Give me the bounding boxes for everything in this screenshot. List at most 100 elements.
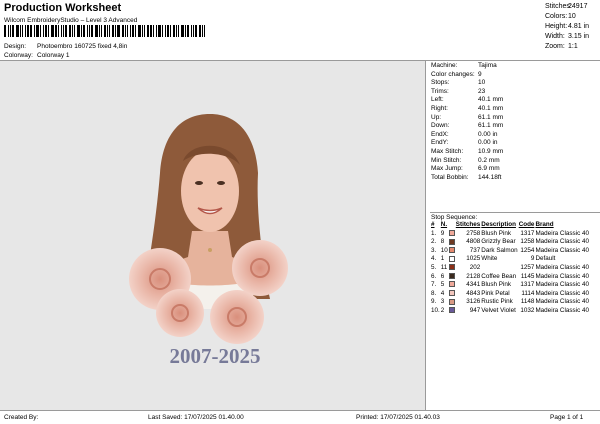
thread-code: 1258	[520, 238, 535, 246]
column-header: Code	[518, 221, 535, 228]
stitch-count: 1025	[466, 255, 481, 263]
table-row: 2. 8 4808 Grizzly Bear 1258 Madeira Classic 4…	[430, 238, 589, 247]
table-row: 9. 3 3126 Rustic Pink 1148 Madeira Classic 40	[430, 298, 589, 307]
barcode-bar	[25, 25, 26, 37]
barcode-bar	[138, 25, 141, 37]
thread-color-swatch	[448, 298, 455, 305]
info-label: Min Stitch:	[431, 156, 462, 164]
thread-code: 1145	[520, 272, 535, 280]
page-number: Page 1 of 1	[550, 414, 584, 421]
barcode-bar	[130, 25, 131, 37]
barcode-bar	[185, 25, 186, 37]
barcode-bar	[91, 25, 93, 37]
thread-description: White	[481, 255, 498, 263]
info-value: 0.00 in	[478, 130, 498, 138]
info-row: Up: 61.1 mm	[431, 114, 599, 123]
barcode-bar	[178, 25, 179, 37]
barcode-bar	[127, 25, 128, 37]
meta-label: Colorway:	[4, 52, 33, 59]
necklace-pendant	[208, 248, 212, 252]
stat-label: Colors:	[545, 13, 568, 20]
barcode	[4, 25, 224, 37]
barcode-bar	[167, 25, 169, 37]
barcode-bar	[195, 25, 197, 37]
stop-number: 10.	[431, 306, 440, 314]
barcode-bar	[34, 25, 35, 37]
thread-description: Dark Salmon	[481, 246, 518, 254]
stitch-count: 2128	[466, 272, 481, 280]
needle-number: 11	[440, 263, 448, 271]
rose-bottom-right	[210, 290, 264, 344]
meta-colorway: Colorway: Colorway 1	[4, 51, 127, 60]
info-label: Stops:	[431, 79, 450, 87]
design-meta: Design: Photoembro 160725 fixed 4,8in Col…	[4, 42, 127, 60]
table-row: 7. 5 4341 Blush Pink 1317 Madeira Classic 40	[430, 281, 589, 290]
info-row: Max Jump: 6.9 mm	[431, 165, 599, 174]
thread-description: Velvet Violet	[481, 306, 516, 314]
table-row: 8. 4 4843 Pink Petal 1114 Madeira Classic 40	[430, 290, 589, 299]
barcode-bar	[65, 25, 67, 37]
barcode-bar	[16, 25, 19, 37]
thread-description: Rustic Pink	[481, 298, 513, 306]
barcode-bar	[191, 25, 192, 37]
thread-code: 1317	[520, 229, 535, 237]
barcode-bar	[22, 25, 23, 37]
info-row: Stops: 10	[431, 79, 599, 88]
machine-info: Machine: Tajima Color changes: 9 Stops: 10 …	[431, 62, 599, 182]
needle-number: 5	[440, 281, 445, 289]
stat-value: 3.15 in	[568, 33, 590, 40]
stitch-count: 947	[469, 306, 481, 314]
barcode-bar	[173, 25, 175, 37]
column-header: Stitches	[455, 221, 481, 228]
design-stats: Stitches: 24917 Colors: 10 Height: 4.81 in …	[545, 2, 600, 52]
barcode-bar	[153, 25, 154, 37]
info-label: EndX:	[431, 130, 449, 138]
color-swatch	[448, 298, 455, 307]
stitch-count: 3126	[466, 298, 481, 306]
info-row: EndX: 0.00 in	[431, 131, 599, 140]
barcode-bar	[125, 25, 126, 37]
stitch-count: 202	[469, 263, 481, 271]
stitch-count: 737	[469, 246, 481, 254]
color-swatch	[448, 229, 455, 239]
color-swatch	[448, 272, 455, 282]
design-preview: 2007-2025	[0, 61, 426, 410]
barcode-bar	[63, 25, 64, 37]
barcode-bar	[176, 25, 177, 37]
barcode-bar	[132, 25, 134, 37]
barcode-bar	[8, 25, 9, 37]
barcode-bar	[104, 25, 106, 37]
needle-number: 8	[440, 238, 445, 246]
info-label: Max Jump:	[431, 165, 463, 173]
table-row: 10. 2 947 Velvet Violet 1032 Madeira Classic …	[430, 307, 589, 316]
barcode-bar	[61, 25, 62, 37]
thread-brand: Madeira Classic 40	[535, 272, 589, 280]
column-header: N.	[440, 221, 448, 228]
thread-brand: Madeira Classic 40	[535, 246, 589, 254]
software-subtitle: Wilcom EmbroideryStudio – Level 3 Advanc…	[4, 17, 138, 24]
thread-description: Coffee Bean	[481, 272, 517, 280]
info-row: Trims: 23	[431, 88, 599, 97]
barcode-bar	[4, 25, 6, 37]
thread-color-swatch	[448, 272, 455, 279]
created-by: Created By:	[4, 414, 39, 421]
info-row: Machine: Tajima	[431, 62, 599, 71]
barcode-bar	[107, 25, 108, 37]
stat-label: Width:	[545, 33, 565, 40]
table-row: 4. 1 1025 White 9 Default	[430, 255, 589, 264]
needle-number: 9	[440, 229, 445, 237]
thread-description: Blush Pink	[481, 229, 512, 237]
info-value: 23	[478, 87, 486, 95]
barcode-bar	[36, 25, 39, 37]
rose-bottom-left	[156, 289, 204, 337]
worksheet-title: Production Worksheet	[4, 2, 122, 14]
barcode-bar	[27, 25, 29, 37]
barcode-bar	[74, 25, 75, 37]
stat-value: 1:1	[568, 43, 578, 50]
barcode-bar	[187, 25, 189, 37]
info-value: 9	[478, 70, 482, 78]
barcode-bar	[109, 25, 110, 37]
needle-number: 1	[440, 255, 445, 263]
barcode-bar	[99, 25, 100, 37]
table-header-row: # N. Stitches Description Code Brand	[430, 221, 589, 230]
